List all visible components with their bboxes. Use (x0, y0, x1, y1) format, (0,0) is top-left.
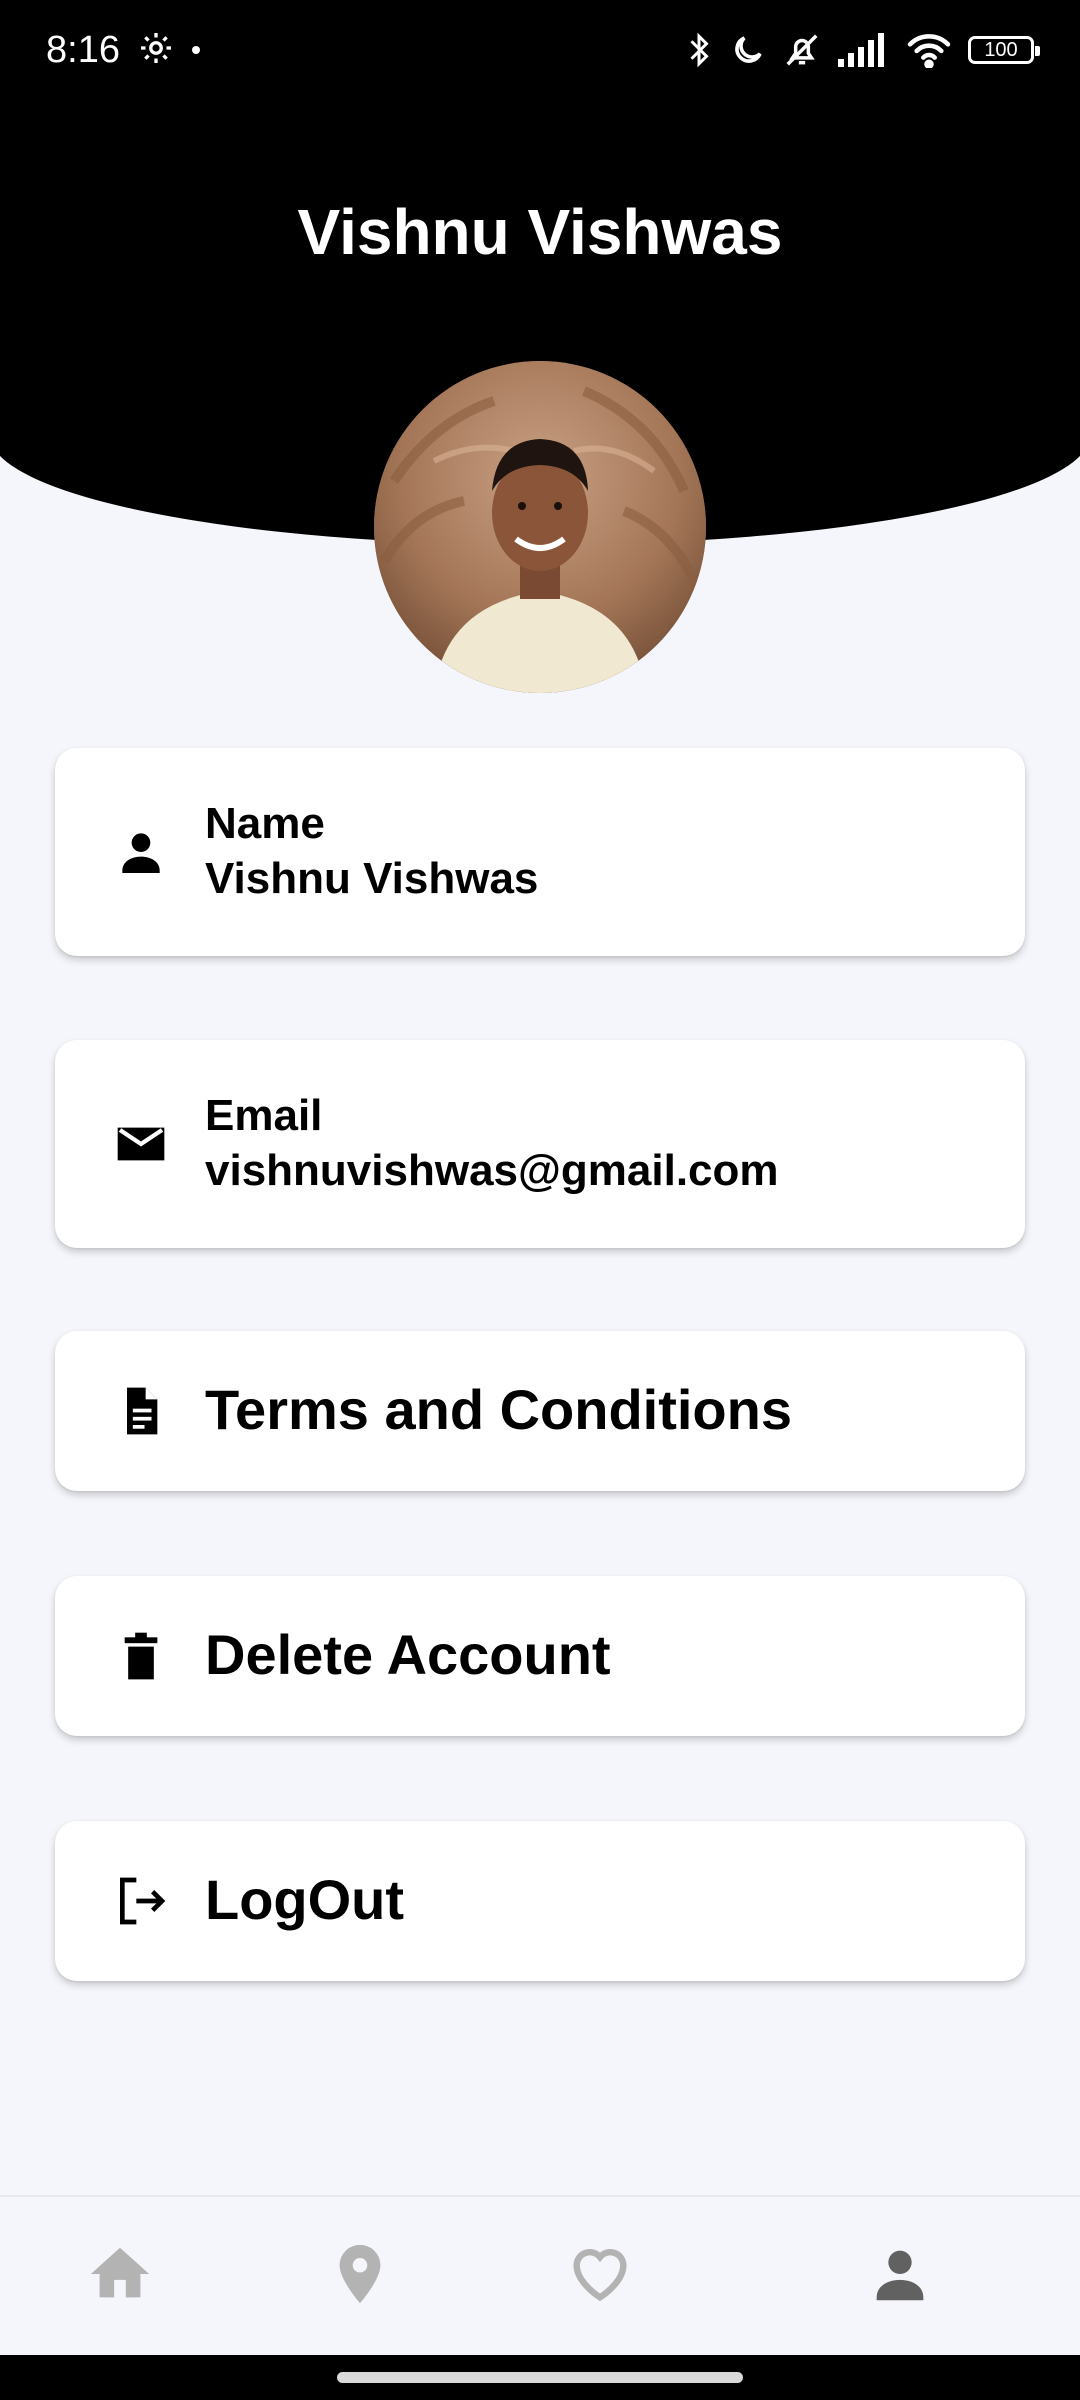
muted-bell-icon (782, 31, 822, 69)
signal-strength-icon (838, 33, 890, 67)
logout-button[interactable]: LogOut (55, 1821, 1025, 1981)
bottom-navigation (0, 2195, 1080, 2355)
terms-label: Terms and Conditions (205, 1378, 792, 1441)
profile-name-title: Vishnu Vishwas (297, 196, 783, 268)
email-value: vishnuvishwas@gmail.com (205, 1146, 779, 1195)
nav-favorites[interactable] (565, 2239, 635, 2309)
name-value: Vishnu Vishwas (205, 854, 539, 903)
status-bar: 8:16 100 (0, 0, 1080, 100)
email-card[interactable]: Email vishnuvishwas@gmail.com (55, 1040, 1025, 1248)
name-card[interactable]: Name Vishnu Vishwas (55, 748, 1025, 956)
logout-icon (113, 1873, 169, 1929)
bluetooth-icon (684, 31, 714, 69)
nav-home[interactable] (85, 2239, 155, 2309)
profile-avatar[interactable] (374, 361, 706, 693)
person-icon (113, 824, 169, 880)
wifi-icon (906, 32, 952, 68)
heart-icon (573, 2249, 627, 2302)
settings-gear-icon (138, 30, 174, 71)
do-not-disturb-moon-icon (730, 32, 766, 68)
profile-photo (374, 361, 706, 693)
logout-label: LogOut (205, 1868, 405, 1931)
email-label: Email (205, 1091, 323, 1140)
notification-dot-icon (191, 46, 200, 54)
delete-account-label: Delete Account (205, 1623, 611, 1686)
home-icon (90, 2247, 150, 2298)
nav-profile[interactable] (865, 2239, 935, 2309)
trash-icon (113, 1628, 169, 1684)
terms-and-conditions-button[interactable]: Terms and Conditions (55, 1331, 1025, 1491)
delete-account-button[interactable]: Delete Account (55, 1576, 1025, 1736)
gesture-handle[interactable] (337, 2372, 743, 2383)
document-icon (113, 1383, 169, 1439)
location-pin-icon (339, 2244, 381, 2304)
mail-icon (113, 1116, 169, 1172)
name-label: Name (205, 799, 325, 848)
status-time: 8:16 (46, 28, 120, 71)
person-icon (876, 2250, 924, 2301)
battery-icon: 100 (968, 36, 1040, 64)
nav-location[interactable] (325, 2239, 395, 2309)
system-gesture-bar (0, 2355, 1080, 2400)
